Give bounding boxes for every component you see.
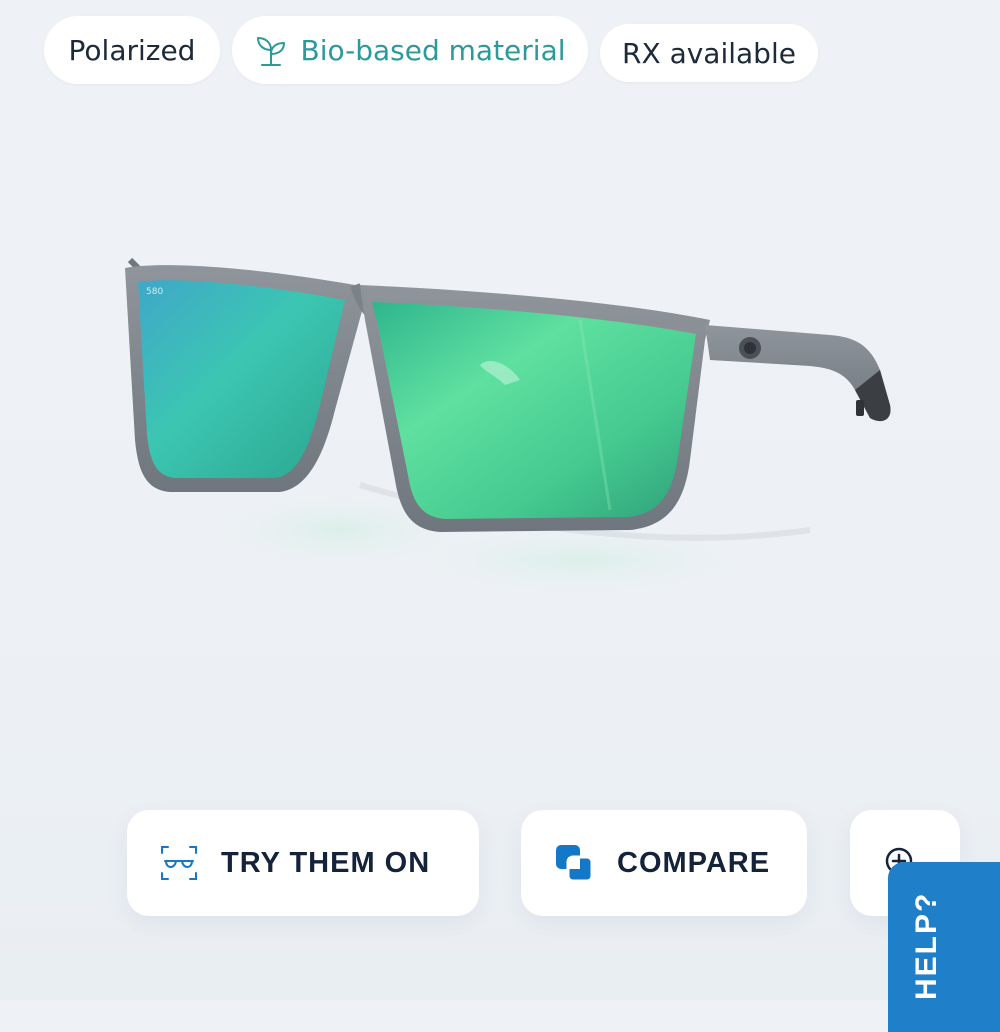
lens-logo-text: 580 <box>146 287 163 297</box>
glasses-scan-icon <box>161 846 197 880</box>
rx-available-label: RX available <box>622 36 796 70</box>
compare-squares-icon <box>556 845 594 883</box>
help-tab[interactable]: HELP? <box>888 862 1000 1032</box>
product-image-sunglasses: 580 <box>125 257 891 596</box>
polarized-label: Polarized <box>68 33 196 67</box>
compare-label: COMPARE <box>617 846 771 879</box>
compare-button[interactable]: COMPARE <box>521 810 807 916</box>
help-label: HELP? <box>910 891 943 1000</box>
polarized-badge: Polarized <box>44 16 220 84</box>
try-them-on-button[interactable]: TRY THEM ON <box>127 810 479 916</box>
right-lens <box>372 302 696 519</box>
bio-based-badge: Bio-based material <box>232 16 588 84</box>
rx-available-badge: RX available <box>600 24 818 82</box>
leaf-icon <box>257 37 286 66</box>
bio-based-label: Bio-based material <box>300 33 566 67</box>
try-them-on-label: TRY THEM ON <box>221 846 431 879</box>
